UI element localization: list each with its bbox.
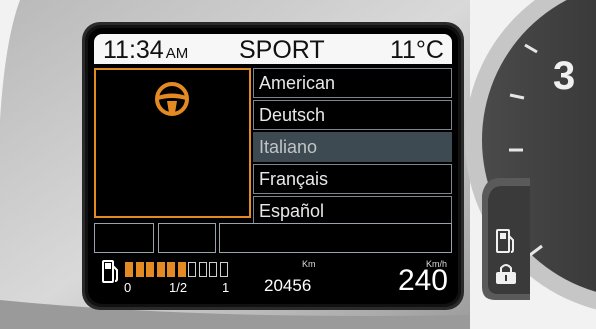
fuel-segment: [167, 262, 175, 277]
info-slot-1: [94, 223, 154, 253]
fuel-cap-lock-icon: [496, 264, 516, 284]
language-option-francais[interactable]: Français: [253, 164, 452, 194]
bottom-info-bar: 0 1/2 1 Km 20456 Km/h 240: [94, 258, 452, 298]
outside-temperature: 11°C: [389, 36, 444, 64]
fuel-segment: [146, 262, 154, 277]
display-screen: 11:34 AM SPORT 11°C American Deutsch Ital…: [88, 28, 458, 304]
fuel-tick-full: 1: [222, 280, 230, 295]
fuel-segment: [209, 262, 217, 277]
language-option-italiano[interactable]: Italiano: [253, 132, 452, 162]
clock-ampm: AM: [165, 45, 189, 62]
language-option-espanol[interactable]: Español: [253, 196, 452, 226]
steering-wheel-icon: [155, 82, 189, 116]
fuel-segment: [156, 262, 165, 277]
fuel-segment: [219, 262, 228, 277]
drive-mode-label: SPORT: [239, 36, 325, 64]
speed-value: 240: [397, 264, 448, 297]
settings-icon-panel: [94, 68, 251, 218]
status-bar: 11:34 AM SPORT 11°C: [94, 34, 452, 64]
language-option-deutsch[interactable]: Deutsch: [253, 100, 452, 130]
tachometer-number: 3: [553, 54, 576, 98]
language-option-american[interactable]: American: [253, 68, 452, 98]
info-slot-3: [219, 223, 452, 253]
fuel-segment: [135, 262, 144, 277]
info-slot-2: [158, 223, 216, 253]
fuel-segment: [125, 262, 133, 277]
fuel-segment: [177, 262, 186, 277]
fuel-tick-empty: 0: [124, 280, 132, 295]
odometer-unit: Km: [302, 259, 316, 269]
fuel-pump-icon: [102, 260, 118, 283]
clock-time: 11:34: [103, 36, 164, 64]
language-menu: American Deutsch Italiano Français Españ…: [253, 68, 452, 228]
fuel-level-gauge: [125, 262, 235, 277]
fuel-segment: [188, 262, 196, 277]
fuel-segment: [198, 262, 207, 277]
fuel-pump-icon: [496, 229, 514, 253]
clock: 11:34 AM: [103, 35, 188, 69]
odometer-value: 20456: [264, 276, 312, 295]
fuel-tick-half: 1/2: [169, 280, 188, 295]
